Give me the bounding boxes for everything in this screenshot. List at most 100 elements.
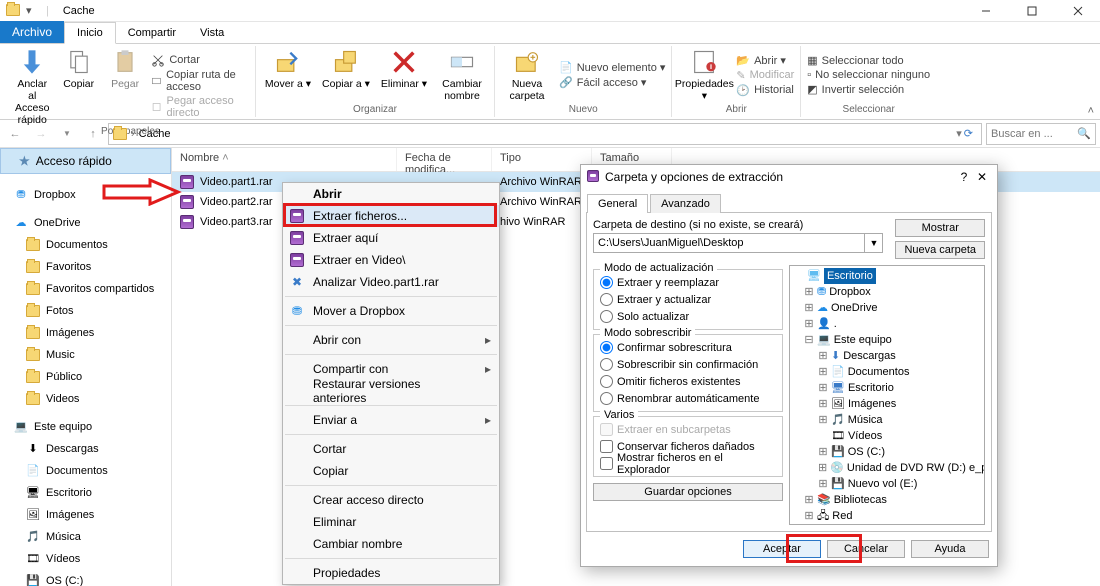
tree-escritorio2[interactable]: ⊞🖥Escritorio (792, 380, 982, 396)
abrir-button[interactable]: 📂Abrir ▾ (736, 54, 794, 67)
tab-archivo[interactable]: Archivo (0, 21, 64, 43)
maximize-button[interactable] (1010, 0, 1054, 22)
sidebar-item[interactable]: Imágenes (0, 322, 171, 344)
tree-musica[interactable]: ⊞🎵Música (792, 412, 982, 428)
cambiar-nombre-button[interactable]: Cambiar nombre (436, 46, 488, 104)
sidebar-item[interactable]: 💾OS (C:) (0, 570, 171, 586)
nuevo-elemento-button[interactable]: 📄Nuevo elemento ▾ (559, 61, 665, 74)
tab-avanzado[interactable]: Avanzado (650, 194, 721, 213)
folder-tree[interactable]: 🖥Escritorio ⊞⛃Dropbox ⊞☁OneDrive ⊞👤. ⊟💻E… (789, 265, 985, 525)
tree-dvd[interactable]: ⊞💿Unidad de DVD RW (D:) e_polish.e (792, 460, 982, 476)
ctx-extraer-en[interactable]: Extraer en Video\ (283, 249, 499, 271)
ctx-propiedades[interactable]: Propiedades (283, 562, 499, 584)
column-fecha[interactable]: Fecha de modifica... (397, 148, 492, 171)
tree-escritorio[interactable]: 🖥Escritorio (792, 268, 982, 284)
nueva-carpeta-button[interactable]: Nueva carpeta (501, 46, 553, 104)
refresh-icon[interactable]: ⟳ (964, 127, 973, 140)
sidebar-item[interactable]: ⬇Descargas (0, 438, 171, 460)
caret-down-icon[interactable]: ▾ (26, 4, 40, 18)
radio-confirmar[interactable]: Confirmar sobrescritura (600, 339, 776, 356)
anclar-button[interactable]: Anclar al Acceso rápido (12, 46, 52, 126)
radio-sin-confirmacion[interactable]: Sobrescribir sin confirmación (600, 356, 776, 373)
cancelar-button[interactable]: Cancelar (827, 540, 905, 558)
invertir-seleccion-button[interactable]: ◩Invertir selección (807, 83, 930, 96)
sidebar-item[interactable]: 🎵Música (0, 526, 171, 548)
copiar-a-button[interactable]: Copiar a ▾ (320, 46, 372, 104)
close-button[interactable] (1056, 0, 1100, 22)
column-tipo[interactable]: Tipo (492, 148, 592, 171)
mover-button[interactable]: Mover a ▾ (262, 46, 314, 104)
ctx-crear-acceso[interactable]: Crear acceso directo (283, 489, 499, 511)
radio-solo-actualizar[interactable]: Solo actualizar (600, 308, 776, 325)
dropdown-icon[interactable]: ▾ (956, 127, 962, 140)
sidebar-item[interactable]: 🎞Vídeos (0, 548, 171, 570)
collapse-ribbon-icon[interactable]: ˄ (1088, 105, 1094, 117)
ctx-analizar[interactable]: ✖Analizar Video.part1.rar (283, 271, 499, 293)
ctx-extraer-ficheros[interactable]: Extraer ficheros... (283, 205, 499, 227)
tree-este-equipo[interactable]: ⊟💻Este equipo (792, 332, 982, 348)
ctx-abrir[interactable]: Abrir (283, 183, 499, 205)
dropdown-icon[interactable]: ▼ (865, 233, 883, 253)
tree-dot[interactable]: ⊞👤. (792, 316, 982, 332)
sidebar-item[interactable]: Favoritos (0, 256, 171, 278)
sidebar-item[interactable]: 📄Documentos (0, 460, 171, 482)
sidebar-item[interactable]: Favoritos compartidos (0, 278, 171, 300)
facil-acceso-button[interactable]: 🔗Fácil acceso ▾ (559, 76, 665, 89)
tab-compartir[interactable]: Compartir (116, 23, 188, 43)
sidebar-item[interactable]: 🖥Escritorio (0, 482, 171, 504)
ayuda-button[interactable]: Ayuda (911, 540, 989, 558)
check-subcarpetas[interactable]: Extraer en subcarpetas (600, 421, 776, 438)
column-nombre[interactable]: Nombre ˄ (172, 148, 397, 171)
ctx-eliminar[interactable]: Eliminar (283, 511, 499, 533)
radio-omitir[interactable]: Omitir ficheros existentes (600, 373, 776, 390)
tree-dropbox[interactable]: ⊞⛃Dropbox (792, 284, 982, 300)
check-mostrar-explorador[interactable]: Mostrar ficheros en el Explorador (600, 455, 776, 472)
copiar-button[interactable]: Copiar (58, 46, 98, 126)
tree-os[interactable]: ⊞💾OS (C:) (792, 444, 982, 460)
ctx-enviar[interactable]: Enviar a▸ (283, 409, 499, 431)
tree-bibliotecas[interactable]: ⊞📚Bibliotecas (792, 492, 982, 508)
sidebar-item[interactable]: Music (0, 344, 171, 366)
cortar-button[interactable]: Cortar (151, 53, 249, 67)
propiedades-button[interactable]: Propiedades ▾ (678, 46, 730, 104)
copiar-ruta-button[interactable]: Copiar ruta de acceso (151, 69, 249, 93)
ctx-mover-dropbox[interactable]: ⛃Mover a Dropbox (283, 300, 499, 322)
sidebar-item[interactable]: Público (0, 366, 171, 388)
seleccionar-todo-button[interactable]: ▦Seleccionar todo (807, 54, 930, 67)
radio-extraer-actualizar[interactable]: Extraer y actualizar (600, 291, 776, 308)
nueva-carpeta-button[interactable]: Nueva carpeta (895, 241, 985, 259)
tree-documentos[interactable]: ⊞📄Documentos (792, 364, 982, 380)
ctx-restaurar[interactable]: Restaurar versiones anteriores (283, 380, 499, 402)
ctx-cortar[interactable]: Cortar (283, 438, 499, 460)
guardar-opciones-button[interactable]: Guardar opciones (593, 483, 783, 501)
historial-button[interactable]: 🕑Historial (736, 84, 794, 97)
tree-imagenes[interactable]: ⊞🖼Imágenes (792, 396, 982, 412)
radio-renombrar[interactable]: Renombrar automáticamente (600, 390, 776, 407)
tab-inicio[interactable]: Inicio (64, 22, 116, 44)
tab-general[interactable]: General (587, 194, 648, 213)
sidebar-item[interactable]: Fotos (0, 300, 171, 322)
tree-onedrive[interactable]: ⊞☁OneDrive (792, 300, 982, 316)
tree-videos[interactable]: 🎞Vídeos (792, 428, 982, 444)
tree-descargas[interactable]: ⊞⬇Descargas (792, 348, 982, 364)
sidebar-item[interactable]: Documentos (0, 234, 171, 256)
sidebar-item-quick-access[interactable]: ★Acceso rápido (0, 148, 171, 174)
eliminar-button[interactable]: Eliminar ▾ (378, 46, 430, 104)
tree-nuevo-vol[interactable]: ⊞💾Nuevo vol (E:) (792, 476, 982, 492)
ctx-abrir-con[interactable]: Abrir con▸ (283, 329, 499, 351)
tab-vista[interactable]: Vista (188, 23, 236, 43)
sidebar-item-este-equipo[interactable]: 💻Este equipo (0, 416, 171, 438)
close-icon[interactable]: ✕ (973, 170, 991, 184)
minimize-button[interactable] (964, 0, 1008, 22)
ctx-cambiar-nombre[interactable]: Cambiar nombre (283, 533, 499, 555)
radio-extraer-reemplazar[interactable]: Extraer y reemplazar (600, 274, 776, 291)
mostrar-button[interactable]: Mostrar (895, 219, 985, 237)
sidebar-item-onedrive[interactable]: ☁OneDrive (0, 212, 171, 234)
destination-input[interactable] (593, 233, 865, 253)
search-input[interactable]: Buscar en ... 🔍 (986, 123, 1096, 145)
ctx-extraer-aqui[interactable]: Extraer aquí (283, 227, 499, 249)
aceptar-button[interactable]: Aceptar (743, 540, 821, 558)
ctx-copiar[interactable]: Copiar (283, 460, 499, 482)
sidebar-item[interactable]: Videos (0, 388, 171, 410)
sidebar-item[interactable]: 🖼Imágenes (0, 504, 171, 526)
